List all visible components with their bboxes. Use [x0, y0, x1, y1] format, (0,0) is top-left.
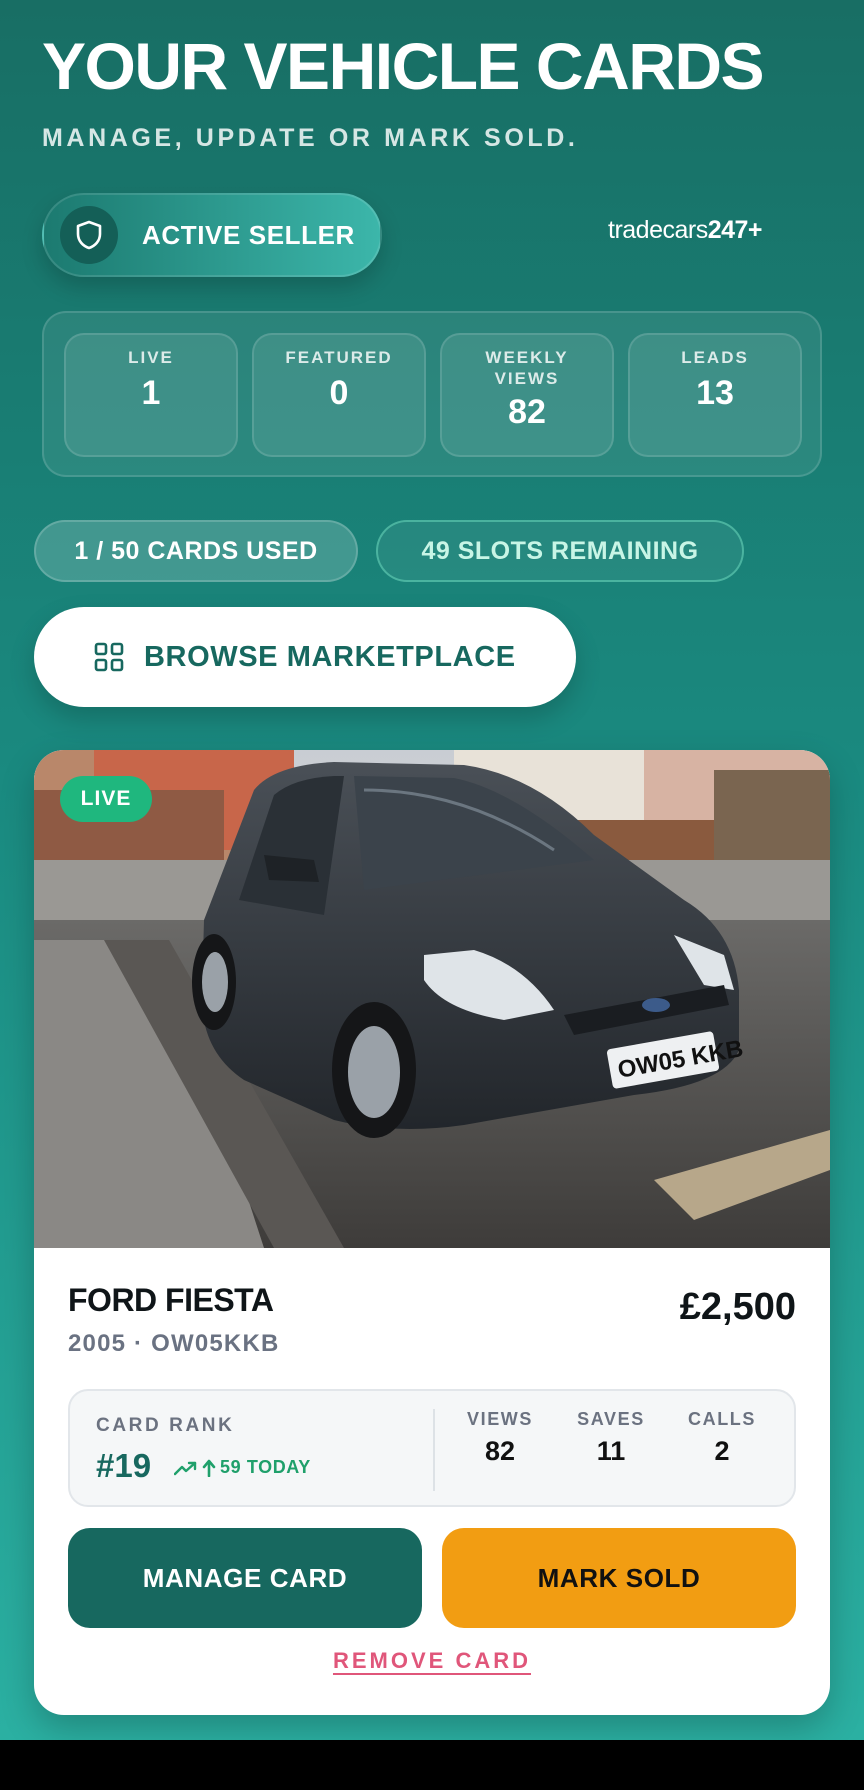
- stat-label: LEADS: [681, 348, 749, 367]
- stat-label: WEEKLY VIEWS: [485, 348, 569, 388]
- slots-remaining-chip: 49 SLOTS REMAINING: [376, 520, 744, 582]
- metric-label: VIEWS: [466, 1409, 533, 1429]
- seller-status-label: ACTIVE SELLER: [142, 219, 355, 250]
- app-screen: YOUR VEHICLE CARDS MANAGE, UPDATE OR MAR…: [0, 0, 864, 1740]
- mark-sold-button[interactable]: MARK SOLD: [442, 1528, 796, 1628]
- rank-trend-text: 59 TODAY: [220, 1457, 311, 1477]
- stat-label: FEATURED: [285, 348, 393, 367]
- stat-value: 1: [141, 374, 161, 412]
- stat-featured: FEATURED 0: [252, 333, 426, 457]
- metrics-divider: [433, 1409, 435, 1491]
- vehicle-meta: 2005 · OW05KKB: [68, 1330, 280, 1357]
- metric-value: 82: [484, 1436, 516, 1466]
- stat-weekly-views: WEEKLY VIEWS 82: [440, 333, 614, 457]
- cards-used-chip: 1 / 50 CARDS USED: [34, 520, 358, 582]
- manage-card-button[interactable]: MANAGE CARD: [68, 1528, 422, 1628]
- card-rank-value: #19: [96, 1447, 152, 1484]
- card-metrics-panel: CARD RANK #19 59 TODAY VIEWS 82 SAVES 11…: [68, 1389, 796, 1507]
- card-rank-label: CARD RANK: [96, 1415, 235, 1436]
- stat-label: LIVE: [128, 348, 174, 367]
- metric-label: SAVES: [577, 1409, 645, 1429]
- metric-value: 2: [714, 1436, 730, 1466]
- page-subtitle: MANAGE, UPDATE OR MARK SOLD.: [42, 124, 579, 152]
- grid-icon: [94, 642, 124, 672]
- browse-marketplace-label: BROWSE MARKETPLACE: [144, 640, 516, 673]
- vehicle-card: OW05 KKB LIVE FORD FIESTA 2005 · OW05KKB…: [34, 750, 830, 1715]
- metric-views: VIEWS 82: [445, 1409, 555, 1467]
- metric-label: CALLS: [688, 1409, 756, 1429]
- rank-trend: 59 TODAY: [174, 1457, 311, 1478]
- page-title: YOUR VEHICLE CARDS: [42, 29, 765, 103]
- metric-saves: SAVES 11: [556, 1409, 666, 1467]
- stat-value: 13: [696, 374, 734, 412]
- stat-value: 82: [508, 393, 546, 431]
- vehicle-title: FORD FIESTA: [68, 1282, 274, 1318]
- metric-calls: CALLS 2: [667, 1409, 777, 1467]
- system-nav-bar: [0, 1740, 864, 1790]
- brand-name: tradecars: [608, 216, 708, 244]
- arrow-up-icon: [202, 1459, 216, 1477]
- brand-suffix: 247+: [707, 216, 763, 244]
- active-seller-badge[interactable]: ACTIVE SELLER: [42, 193, 382, 277]
- brand-logo: tradecars247+: [608, 216, 763, 245]
- vehicle-photo[interactable]: OW05 KKB: [34, 750, 830, 1248]
- stat-live: LIVE 1: [64, 333, 238, 457]
- stats-panel: LIVE 1 FEATURED 0 WEEKLY VIEWS 82 LEADS …: [42, 311, 822, 477]
- metric-value: 11: [596, 1436, 626, 1466]
- browse-marketplace-button[interactable]: BROWSE MARKETPLACE: [34, 607, 576, 707]
- trending-up-icon: [174, 1461, 197, 1475]
- shield-icon: [60, 206, 118, 264]
- stat-value: 0: [329, 374, 349, 412]
- remove-card-link[interactable]: REMOVE CARD: [34, 1648, 830, 1674]
- live-status-badge: LIVE: [60, 776, 152, 822]
- vehicle-price: £2,500: [679, 1286, 796, 1328]
- stat-leads: LEADS 13: [628, 333, 802, 457]
